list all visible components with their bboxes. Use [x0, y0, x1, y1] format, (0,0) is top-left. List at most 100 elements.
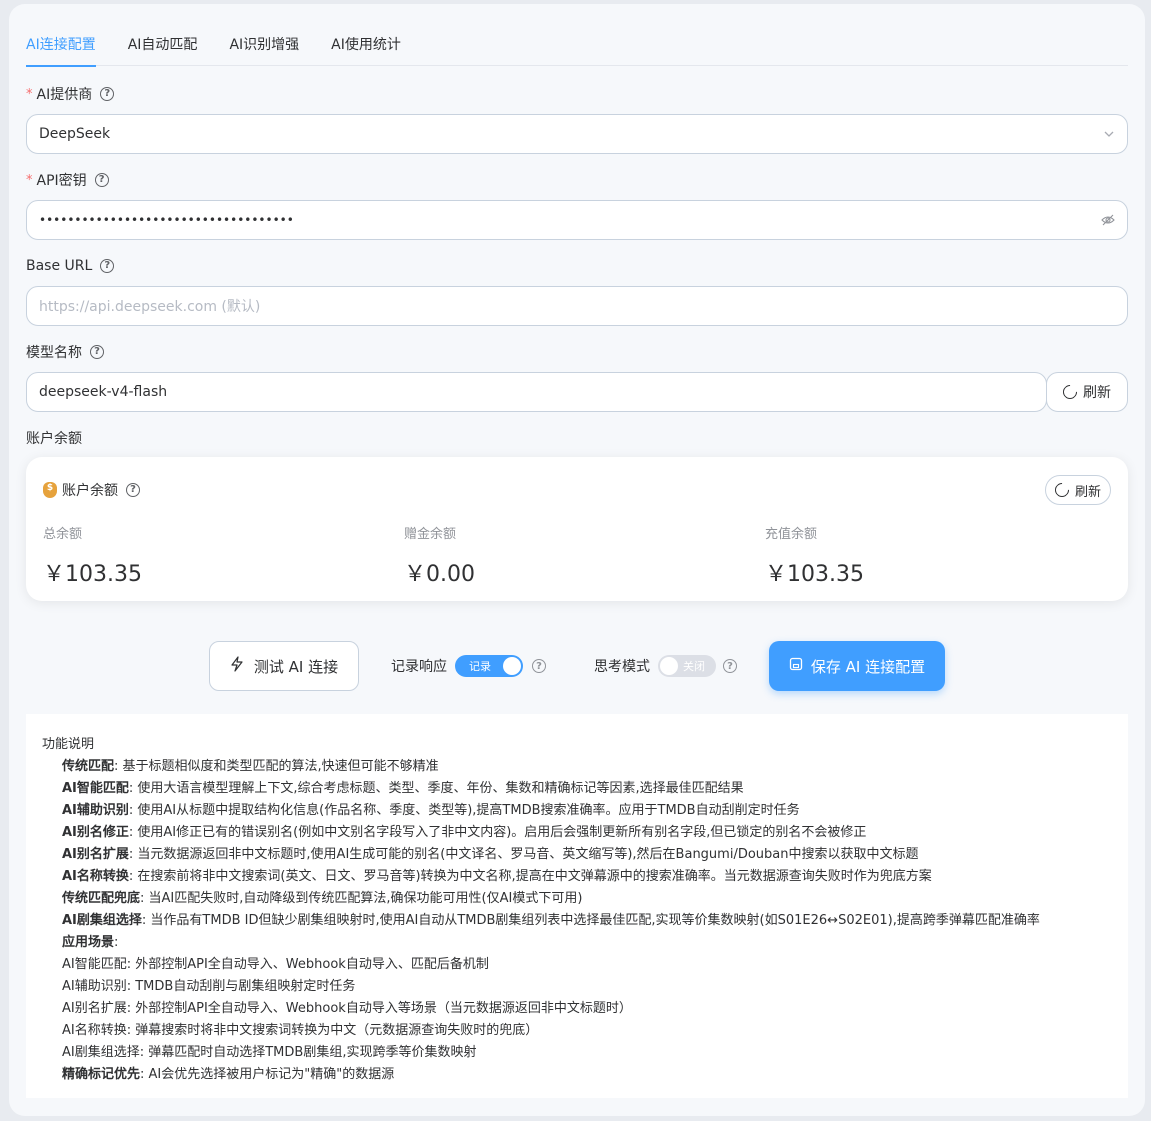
info-line: AI辅助识别: 使用AI从标题中提取结构化信息(作品名称、季度、类型等),提高T…	[42, 800, 1112, 822]
provider-select[interactable]: DeepSeek	[26, 114, 1128, 154]
tab-ai-recognition[interactable]: AI识别增强	[213, 26, 315, 66]
info-line-text: AI别名扩展: 外部控制API全自动导入、Webhook自动导入等场景（当元数据…	[62, 1001, 632, 1016]
test-ai-connection-label: 测试 AI 连接	[253, 657, 339, 676]
eye-off-icon[interactable]	[1101, 213, 1115, 227]
help-icon[interactable]: ?	[126, 483, 140, 497]
money-bag-icon	[43, 482, 57, 498]
help-icon[interactable]: ?	[100, 87, 115, 101]
info-line-text: : 当作品有TMDB ID但缺少剧集组映射时,使用AI自动从TMDB剧集组列表中…	[141, 913, 1040, 928]
info-line-term: AI剧集组选择	[62, 913, 142, 928]
switch-knob	[503, 657, 521, 675]
model-refresh-button[interactable]: 刷新	[1046, 372, 1128, 412]
info-line: 传统匹配: 基于标题相似度和类型匹配的算法,快速但可能不够精准	[42, 756, 1112, 778]
info-line-term: AI辅助识别	[62, 803, 129, 818]
thinking-mode-label: 思考模式	[594, 659, 650, 675]
info-line: AI名称转换: 在搜索前将非中文搜索词(英文、日文、罗马音等)转换为中文名称,提…	[42, 866, 1112, 888]
lightning-icon	[230, 656, 244, 676]
info-line-text: :	[114, 935, 119, 950]
model-input[interactable]: deepseek-v4-flash	[26, 372, 1047, 412]
refresh-icon	[1060, 382, 1080, 402]
info-line: AI别名修正: 使用AI修正已有的错误别名(例如中文别名字段写入了非中文内容)。…	[42, 822, 1112, 844]
switch-knob	[660, 657, 678, 675]
balance-section-label: 账户余额	[26, 428, 82, 448]
log-response-switch-text: 记录	[469, 660, 491, 673]
info-line: AI智能匹配: 外部控制API全自动导入、Webhook自动导入、匹配后备机制	[42, 954, 1112, 976]
info-line-text: : 当元数据源返回非中文标题时,使用AI生成可能的别名(中文译名、罗马音、英文缩…	[128, 847, 919, 862]
model-label-text: 模型名称	[26, 345, 82, 361]
api-key-value: ••••••••••••••••••••••••••••••••••••	[39, 213, 294, 227]
base-url-placeholder: https://api.deepseek.com (默认)	[39, 299, 261, 315]
balance-section-label-text: 账户余额	[26, 431, 82, 447]
save-ai-connection-label: 保存 AI 连接配置	[810, 657, 926, 676]
info-line: 应用场景:	[42, 932, 1112, 954]
chevron-down-icon	[1103, 128, 1115, 140]
balance-refresh-label: 刷新	[1074, 484, 1101, 500]
topup-balance-label: 充值余额	[765, 527, 818, 542]
topup-balance-value: ￥103.35	[765, 562, 864, 587]
provider-label-text: AI提供商	[36, 87, 93, 103]
info-line-text: : 使用AI修正已有的错误别名(例如中文别名字段写入了非中文内容)。启用后会强制…	[128, 825, 867, 840]
required-mark: *	[26, 172, 33, 188]
provider-label: * AI提供商 ?	[26, 84, 115, 104]
info-line-text: : 基于标题相似度和类型匹配的算法,快速但可能不够精准	[114, 759, 439, 774]
info-line-text: : AI会优先选择被用户标记为"精确"的数据源	[140, 1067, 395, 1082]
total-balance-label: 总余额	[43, 527, 83, 542]
info-line-term: AI别名修正	[62, 825, 129, 840]
info-line-text: : 在搜索前将非中文搜索词(英文、日文、罗马音等)转换为中文名称,提高在中文弹幕…	[128, 869, 932, 884]
settings-card: AI连接配置 AI自动匹配 AI识别增强 AI使用统计 * AI提供商 ? De…	[9, 4, 1145, 1116]
info-line: AI名称转换: 弹幕搜索时将非中文搜索词转换为中文（元数据源查询失败时的兜底）	[42, 1020, 1112, 1042]
help-icon[interactable]: ?	[723, 659, 737, 673]
info-line-text: : 当AI匹配失败时,自动降级到传统匹配算法,确保功能可用性(仅AI模式下可用)	[140, 891, 583, 906]
balance-title-text: 账户余额	[62, 483, 118, 499]
info-line-term: 应用场景	[62, 935, 115, 950]
help-icon[interactable]: ?	[90, 345, 104, 359]
info-line-text: : 使用大语言模型理解上下文,综合考虑标题、类型、季度、年份、集数和精确标记等因…	[128, 781, 744, 796]
info-line-text: AI智能匹配: 外部控制API全自动导入、Webhook自动导入、匹配后备机制	[62, 957, 489, 972]
provider-value: DeepSeek	[39, 126, 111, 142]
info-line-text: AI名称转换: 弹幕搜索时将非中文搜索词转换为中文（元数据源查询失败时的兜底）	[62, 1023, 539, 1038]
info-line: AI智能匹配: 使用大语言模型理解上下文,综合考虑标题、类型、季度、年份、集数和…	[42, 778, 1112, 800]
info-line: AI辅助识别: TMDB自动刮削与剧集组映射定时任务	[42, 976, 1112, 998]
api-key-label: * API密钥 ?	[26, 170, 109, 190]
base-url-input[interactable]: https://api.deepseek.com (默认)	[26, 286, 1128, 326]
info-line: AI别名扩展: 外部控制API全自动导入、Webhook自动导入等场景（当元数据…	[42, 998, 1112, 1020]
log-response-switch[interactable]: 记录	[455, 655, 523, 677]
info-line-term: AI别名扩展	[62, 847, 129, 862]
info-line: 精确标记优先: AI会优先选择被用户标记为"精确"的数据源	[42, 1064, 1112, 1086]
help-icon[interactable]: ?	[532, 659, 546, 673]
model-label: 模型名称 ?	[26, 342, 104, 362]
info-line: 传统匹配兜底: 当AI匹配失败时,自动降级到传统匹配算法,确保功能可用性(仅AI…	[42, 888, 1112, 910]
help-icon[interactable]: ?	[94, 173, 109, 187]
base-url-label: Base URL ?	[26, 256, 115, 276]
api-key-input[interactable]: ••••••••••••••••••••••••••••••••••••	[26, 200, 1128, 240]
balance-refresh-button[interactable]: 刷新	[1045, 475, 1111, 505]
api-key-label-text: API密钥	[36, 173, 87, 189]
model-value: deepseek-v4-flash	[39, 384, 168, 400]
info-line-text: AI剧集组选择: 弹幕匹配时自动选择TMDB剧集组,实现跨季等价集数映射	[62, 1045, 477, 1060]
model-refresh-label: 刷新	[1083, 385, 1111, 401]
thinking-mode-switch[interactable]: 关闭	[658, 655, 716, 677]
log-response-label: 记录响应	[391, 659, 447, 675]
help-icon[interactable]: ?	[100, 259, 115, 273]
tab-bar: AI连接配置 AI自动匹配 AI识别增强 AI使用统计	[26, 26, 1128, 67]
required-mark: *	[26, 86, 33, 102]
balance-card: 账户余额 ? 刷新 总余额 ￥103.35 赠金余额 ￥0.00 充值余额 ￥1…	[26, 457, 1128, 601]
feature-description-title: 功能说明	[42, 737, 95, 752]
total-balance-value: ￥103.35	[43, 562, 142, 587]
info-line-text: : 使用AI从标题中提取结构化信息(作品名称、季度、类型等),提高TMDB搜索准…	[128, 803, 800, 818]
feature-description-lines: 传统匹配: 基于标题相似度和类型匹配的算法,快速但可能不够精准 AI智能匹配: 使…	[42, 756, 1112, 1086]
tab-ai-usage[interactable]: AI使用统计	[315, 26, 417, 66]
base-url-label-text: Base URL	[26, 258, 93, 274]
topup-balance: 充值余额 ￥103.35	[765, 523, 864, 588]
info-line-term: AI智能匹配	[62, 781, 129, 796]
thinking-mode-switch-text: 关闭	[683, 660, 705, 673]
feature-description: 功能说明 传统匹配: 基于标题相似度和类型匹配的算法,快速但可能不够精准 AI智能…	[26, 714, 1128, 1098]
save-ai-connection-button[interactable]: 保存 AI 连接配置	[769, 641, 945, 691]
total-balance: 总余额 ￥103.35	[43, 523, 142, 588]
tab-ai-auto-match[interactable]: AI自动匹配	[112, 26, 214, 66]
tab-ai-connection[interactable]: AI连接配置	[26, 26, 112, 67]
test-ai-connection-button[interactable]: 测试 AI 连接	[209, 641, 359, 691]
gift-balance-label: 赠金余额	[404, 527, 457, 542]
info-line-term: AI名称转换	[62, 869, 129, 884]
gift-balance: 赠金余额 ￥0.00	[404, 523, 475, 588]
